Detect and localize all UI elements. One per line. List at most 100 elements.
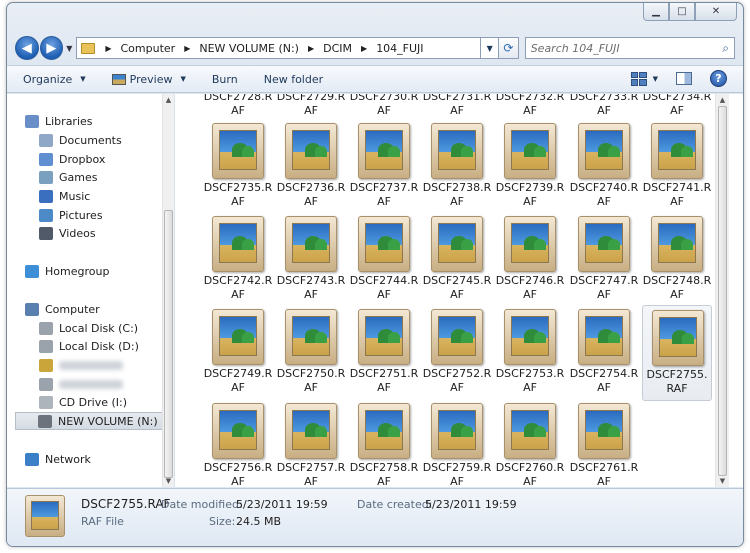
- address-dropdown-icon[interactable]: ▼: [481, 37, 500, 59]
- file-item[interactable]: DSCF2741.RAF: [642, 119, 712, 215]
- file-item[interactable]: DSCF2755.RAF: [642, 305, 712, 401]
- image-file-icon: [504, 309, 556, 365]
- view-chevron-down-icon[interactable]: ▼: [653, 75, 658, 83]
- image-file-icon: [431, 123, 483, 179]
- back-button[interactable]: ◀: [15, 36, 39, 60]
- file-item[interactable]: DSCF2760.RAF: [495, 399, 565, 487]
- nav-item[interactable]: [39, 356, 123, 374]
- file-name: DSCF2748.RAF: [642, 274, 712, 301]
- file-name: DSCF2734.RAF: [642, 94, 712, 117]
- preview-pane-icon[interactable]: [676, 72, 692, 85]
- file-item[interactable]: DSCF2747.RAF: [569, 212, 639, 308]
- file-item[interactable]: DSCF2748.RAF: [642, 212, 712, 308]
- file-item[interactable]: DSCF2737.RAF: [349, 119, 419, 215]
- nav-item[interactable]: Dropbox: [39, 150, 105, 168]
- breadcrumb-separator-icon[interactable]: ▶: [178, 44, 196, 53]
- navigation-pane: Libraries Documents Dropbox Games Music Pictu…: [7, 94, 175, 487]
- file-item[interactable]: DSCF2739.RAF: [495, 119, 565, 215]
- file-item[interactable]: DSCF2750.RAF: [276, 305, 346, 401]
- nav-item[interactable]: [39, 375, 123, 393]
- file-item[interactable]: DSCF2753.RAF: [495, 305, 565, 401]
- image-file-icon: [651, 123, 703, 179]
- nav-item[interactable]: Videos: [39, 224, 96, 242]
- file-item[interactable]: DSCF2735.RAF: [203, 119, 273, 215]
- file-item[interactable]: DSCF2756.RAF: [203, 399, 273, 487]
- file-item[interactable]: DSCF2742.RAF: [203, 212, 273, 308]
- scroll-up-icon[interactable]: ▲: [716, 94, 729, 106]
- recent-pages-chevron-icon[interactable]: ▼: [66, 44, 72, 53]
- file-item[interactable]: DSCF2736.RAF: [276, 119, 346, 215]
- obscured-drive-label: [59, 379, 123, 389]
- organize-button[interactable]: Organize ▼: [23, 73, 86, 86]
- file-item[interactable]: DSCF2752.RAF: [422, 305, 492, 401]
- maximize-button[interactable]: □: [669, 3, 695, 21]
- file-item[interactable]: DSCF2749.RAF: [203, 305, 273, 401]
- image-file-icon: [504, 123, 556, 179]
- nav-item-label: Local Disk (C:): [59, 321, 139, 335]
- burn-button[interactable]: Burn: [212, 73, 238, 86]
- nav-item[interactable]: Music: [39, 187, 90, 205]
- file-name: DSCF2737.RAF: [349, 181, 419, 208]
- file-list-scrollbar[interactable]: ▲ ▼: [715, 94, 729, 487]
- file-item[interactable]: DSCF2745.RAF: [422, 212, 492, 308]
- change-view-icon[interactable]: [630, 71, 647, 86]
- file-item[interactable]: DSCF2754.RAF: [569, 305, 639, 401]
- nav-item[interactable]: Network: [25, 450, 91, 468]
- file-item[interactable]: DSCF2738.RAF: [422, 119, 492, 215]
- nav-item[interactable]: Games: [39, 168, 97, 186]
- breadcrumb-separator-icon[interactable]: ▶: [355, 44, 373, 53]
- address-bar[interactable]: ▶ Computer ▶ NEW VOLUME (N:) ▶ DCIM ▶ 104_FUJI: [76, 37, 482, 59]
- chevron-down-icon: ▼: [80, 75, 86, 83]
- nav-item[interactable]: NEW VOLUME (N:): [15, 412, 167, 430]
- help-icon[interactable]: ?: [710, 70, 727, 87]
- file-item[interactable]: DSCF2746.RAF: [495, 212, 565, 308]
- scroll-down-icon[interactable]: ▼: [716, 475, 729, 487]
- minimize-button[interactable]: ▁: [643, 3, 669, 21]
- breadcrumb-item[interactable]: NEW VOLUME (N:): [196, 42, 302, 55]
- image-file-icon: [578, 123, 630, 179]
- breadcrumb-item[interactable]: 104_FUJI: [373, 42, 426, 55]
- image-file-icon: [358, 123, 410, 179]
- file-item[interactable]: DSCF2744.RAF: [349, 212, 419, 308]
- file-name: DSCF2730.RAF: [349, 94, 419, 117]
- image-file-icon: [431, 403, 483, 459]
- file-item[interactable]: DSCF2757.RAF: [276, 399, 346, 487]
- scroll-down-icon[interactable]: ▼: [163, 475, 174, 487]
- file-item[interactable]: DSCF2740.RAF: [569, 119, 639, 215]
- nav-scrollbar[interactable]: ▲ ▼: [162, 94, 174, 487]
- nav-item[interactable]: Homegroup: [25, 262, 109, 280]
- image-file-icon: [578, 403, 630, 459]
- file-item[interactable]: DSCF2759.RAF: [422, 399, 492, 487]
- file-list-scroll-thumb[interactable]: [718, 106, 727, 476]
- nav-item[interactable]: Pictures: [39, 206, 103, 224]
- nav-item[interactable]: Computer: [25, 300, 100, 318]
- nav-item[interactable]: Local Disk (C:): [39, 319, 138, 337]
- search-input[interactable]: Search 104_FUJI ⌕: [524, 37, 735, 59]
- refresh-icon[interactable]: ⟳: [499, 37, 519, 59]
- close-button[interactable]: ✕: [695, 3, 737, 21]
- new-folder-label: New folder: [263, 72, 324, 86]
- nav-item[interactable]: Local Disk (D:): [39, 337, 139, 355]
- scroll-up-icon[interactable]: ▲: [163, 94, 174, 106]
- nav-scroll-thumb[interactable]: [164, 210, 173, 478]
- file-item[interactable]: DSCF2758.RAF: [349, 399, 419, 487]
- breadcrumb-item[interactable]: DCIM: [320, 42, 355, 55]
- image-file-icon: [212, 123, 264, 179]
- file-item[interactable]: DSCF2751.RAF: [349, 305, 419, 401]
- file-name: DSCF2749.RAF: [203, 367, 273, 394]
- cd-drive-icon: [39, 395, 53, 409]
- search-icon[interactable]: ⌕: [722, 41, 729, 56]
- new-folder-button[interactable]: New folder: [264, 73, 323, 86]
- nav-item[interactable]: Libraries: [25, 112, 93, 130]
- breadcrumb-separator-icon[interactable]: ▶: [302, 44, 320, 53]
- forward-button[interactable]: ▶: [39, 36, 64, 60]
- breadcrumb-separator-icon[interactable]: ▶: [99, 44, 117, 53]
- nav-item[interactable]: Documents: [39, 131, 122, 149]
- preview-button[interactable]: Preview ▼: [111, 73, 186, 86]
- nav-item-label: Pictures: [59, 208, 103, 222]
- details-pane: DSCF2755.RAF RAF File Date modified: 5/2…: [7, 488, 743, 546]
- breadcrumb-item[interactable]: Computer: [118, 42, 179, 55]
- nav-item[interactable]: CD Drive (I:): [39, 393, 127, 411]
- file-item[interactable]: DSCF2743.RAF: [276, 212, 346, 308]
- file-item[interactable]: DSCF2761.RAF: [569, 399, 639, 487]
